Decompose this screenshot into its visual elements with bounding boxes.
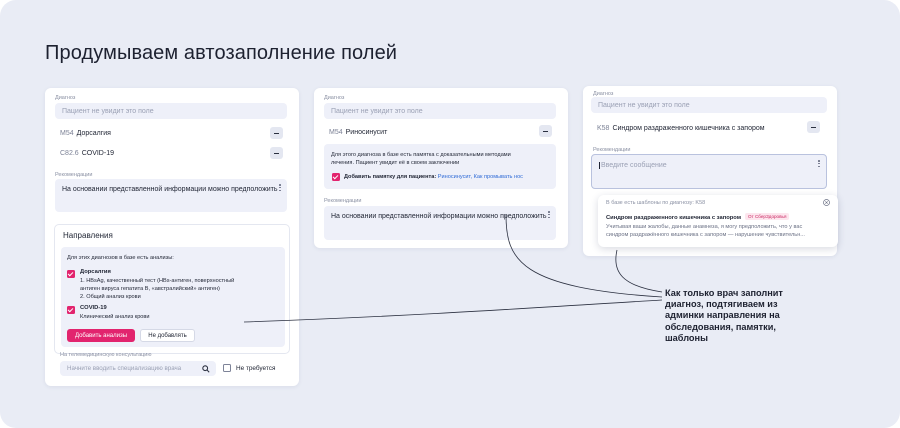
annotation-connectors	[243, 214, 663, 323]
slide-frame: Продумываем автозаполнение полей Диагноз…	[0, 0, 900, 428]
annotation-text: Как только врач заполнит диагноз, подтяг…	[665, 288, 783, 343]
